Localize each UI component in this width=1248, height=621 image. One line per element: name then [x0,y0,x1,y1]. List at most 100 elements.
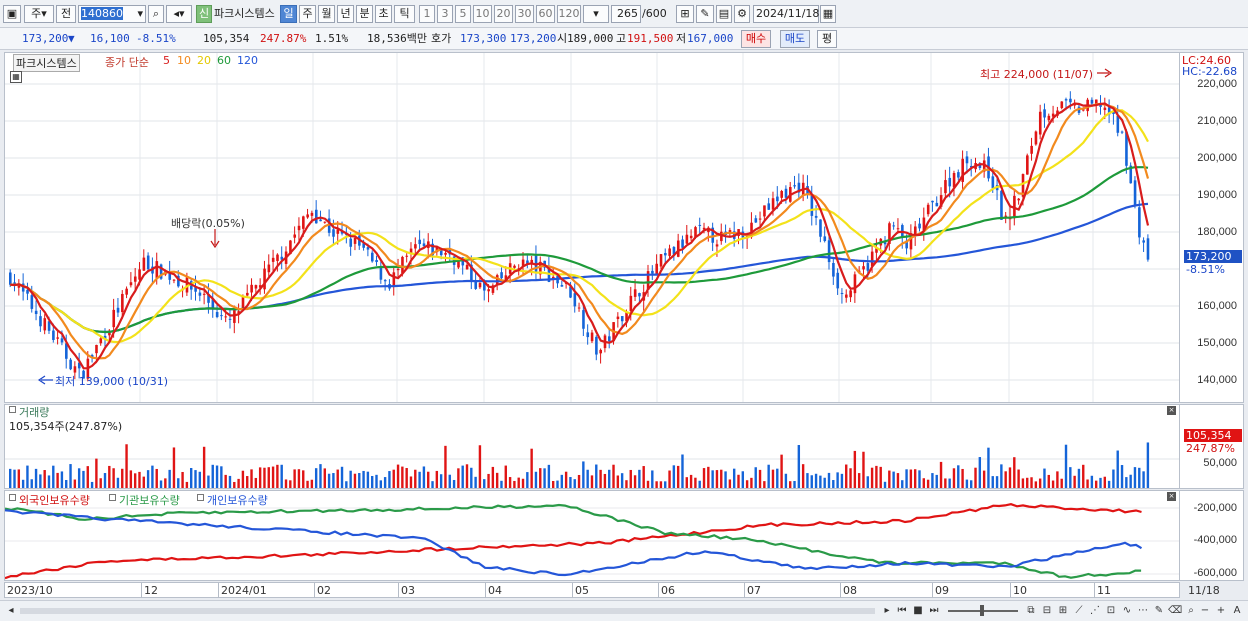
volume-bar [539,468,542,488]
candle-body [246,292,249,296]
settings-gear-icon[interactable]: ⚙ [734,5,750,23]
sell-button[interactable]: 매도 [780,30,810,48]
market-type-select[interactable]: 주▾ [24,5,54,23]
count-60[interactable]: 60 [536,5,555,23]
volume-bar [965,479,969,488]
stock-code-input[interactable]: 140860 ▾ [78,5,146,23]
panel-handle-icon[interactable] [9,406,16,413]
candle-body [582,310,585,329]
scroll-left-icon[interactable]: ◂ [4,604,18,618]
close-icon[interactable]: × [1167,492,1176,501]
view-count-input[interactable]: 265 [611,5,641,23]
volume-bar [151,465,154,488]
chart-type-icon[interactable]: ⊡ [1104,604,1118,618]
y-tick: 140,000 [1197,374,1237,386]
volume-bar [823,477,826,488]
count-20[interactable]: 20 [494,5,513,23]
volume-bar [435,470,439,488]
volume-bar [875,465,878,488]
count-5[interactable]: 5 [455,5,471,23]
legend-type: 종가 단순 [105,56,149,69]
candle-body [1138,207,1141,238]
zoom-slider-handle[interactable] [980,605,984,616]
candle-body [758,218,762,220]
volume-bar [694,477,697,488]
close-icon[interactable]: × [1167,406,1176,415]
count-120[interactable]: 120 [557,5,581,23]
window-menu-icon[interactable]: ▣ [3,5,21,23]
period-minute[interactable]: 분 [356,5,373,23]
save-icon[interactable]: ▤ [716,5,732,23]
grid-icon[interactable]: ⊞ [1056,604,1070,618]
draw-tool-icon[interactable]: ✎ [696,5,714,23]
scroll-right-icon[interactable]: ▸ [880,604,894,618]
period-year[interactable]: 년 [337,5,354,23]
period-month[interactable]: 월 [318,5,335,23]
fast-forward-icon[interactable]: ⏭ [927,604,941,618]
count-10[interactable]: 10 [473,5,492,23]
volume-bar [845,464,848,488]
drawing-icon[interactable]: ⟋ [1072,604,1086,618]
panel-handle-icon[interactable] [9,494,16,501]
candle-body [146,255,150,270]
count-custom-select[interactable]: ▾ [583,5,609,23]
candle-body [1026,155,1029,175]
flat-button[interactable]: 평 [817,30,837,48]
table-icon[interactable]: ▦ [10,71,22,83]
holdings-panel[interactable]: 외국인보유수량 기관보유수량 개인보유수량 × [4,490,1180,581]
count-3[interactable]: 3 [437,5,453,23]
split-icon[interactable]: ⊟ [1040,604,1054,618]
period-week[interactable]: 주 [299,5,316,23]
volume-bar [849,468,852,488]
date-input[interactable]: 2024/11/18 [753,5,819,23]
count-1[interactable]: 1 [419,5,435,23]
crosshair-icon[interactable]: ⊞ [676,5,694,23]
quote-trade-value: 18,536백만 [367,32,427,45]
volume-bar [620,473,624,488]
layout-icon[interactable]: ⧉ [1024,604,1038,618]
zoom-out-icon[interactable]: − [1198,604,1212,618]
eraser-icon[interactable]: ⌫ [1168,604,1182,618]
indicator-icon[interactable]: ∿ [1120,604,1134,618]
period-second[interactable]: 초 [375,5,392,23]
volume-bar [586,469,589,488]
search-icon[interactable]: ⌕ [148,5,164,23]
period-tick[interactable]: 틱 [394,5,415,23]
price-chart-panel[interactable]: 파크시스템스 종가 단순 5 10 20 60 120 ▦ 최고 224,000… [4,52,1180,403]
candle-body [560,285,564,287]
candle-body [1116,115,1120,133]
horizontal-scrollbar[interactable] [20,608,875,614]
speaker-icon[interactable]: ◂▾ [166,5,192,23]
volume-bar [517,477,520,488]
calendar-icon[interactable]: ▦ [820,5,836,23]
volume-bar [926,479,930,488]
zoom-in-icon[interactable]: + [1214,604,1228,618]
magnifier-icon[interactable]: ⌕ [1184,604,1198,618]
rewind-icon[interactable]: ⏮ [895,604,909,618]
x-label: 04 [485,583,502,598]
volume-bar [754,467,757,488]
volume-bar [34,468,38,488]
buy-button[interactable]: 매수 [741,30,771,48]
volume-bar [375,474,378,488]
trend-icon[interactable]: ⋰ [1088,604,1102,618]
candle-body [228,318,232,320]
period-day[interactable]: 일 [280,5,297,23]
count-30[interactable]: 30 [515,5,534,23]
volume-bar [629,469,632,488]
font-size-icon[interactable]: A [1230,604,1244,618]
pencil-icon[interactable]: ✎ [1152,604,1166,618]
stop-icon[interactable]: ■ [911,604,925,618]
legend-stock-name[interactable]: 파크시스템스 [13,54,80,72]
volume-bar [840,473,844,488]
volume-bar [599,469,602,488]
candle-body [771,198,775,210]
ruler-icon[interactable]: ⋯ [1136,604,1150,618]
volume-bar [508,477,512,488]
volume-bar [349,470,352,488]
range-button[interactable]: 전 [56,5,76,23]
volume-panel[interactable]: 거래량 105,354주(247.87%) × [4,404,1180,489]
candle-body [862,266,865,270]
volume-bar [138,471,141,488]
volume-badge: 105,354 [1184,429,1242,442]
